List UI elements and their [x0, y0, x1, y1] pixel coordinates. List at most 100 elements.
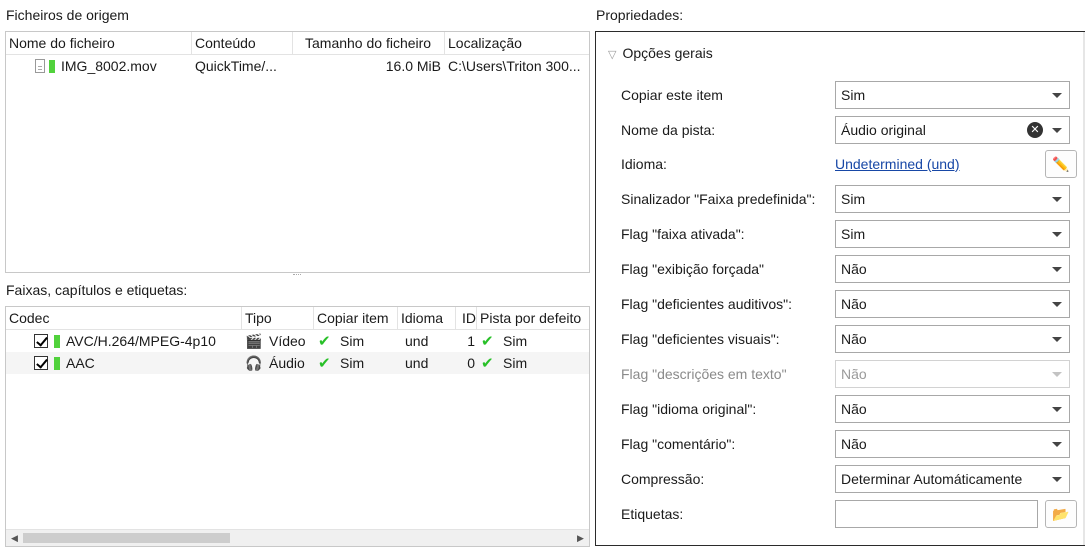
- folder-icon: 📂: [1052, 506, 1070, 522]
- general-options-group[interactable]: ▽ Opções gerais: [608, 45, 713, 61]
- column-header-codec[interactable]: Codec: [6, 306, 242, 330]
- check-icon: ✔: [481, 333, 494, 350]
- collapse-triangle-icon[interactable]: ▽: [608, 48, 616, 61]
- prop-enabled-flag: Flag "faixa ativada": Sim: [621, 220, 1081, 248]
- headphones-icon: 🎧: [245, 355, 263, 371]
- file-icon: [35, 59, 45, 73]
- column-header-filename[interactable]: Nome do ficheiro: [6, 31, 192, 55]
- prop-tags: Etiquetas: 📂: [621, 500, 1081, 528]
- track-type: Vídeo: [269, 333, 306, 349]
- splitter-handle[interactable]: [293, 274, 301, 277]
- language-link[interactable]: Undetermined (und): [835, 150, 960, 178]
- select-value: Não: [841, 331, 867, 347]
- prop-label: Copiar este item: [621, 87, 723, 103]
- prop-copy-item: Copiar este item Sim: [621, 81, 1081, 109]
- chevron-down-icon[interactable]: [1052, 128, 1062, 133]
- chevron-down-icon: [1052, 232, 1062, 237]
- default-cell: ✔ Sim: [477, 330, 589, 352]
- file-name-cell: IMG_8002.mov: [6, 55, 192, 77]
- default-cell: ✔ Sim: [477, 352, 589, 374]
- prop-label: Etiquetas:: [621, 506, 684, 522]
- select-value: Áudio original: [841, 122, 926, 138]
- select-value: Sim: [841, 191, 866, 207]
- column-header-language[interactable]: Idioma: [398, 306, 456, 330]
- language-cell: und: [405, 355, 429, 371]
- horizontal-scrollbar[interactable]: ◀ ▶: [6, 529, 589, 546]
- column-header-type[interactable]: Tipo: [242, 306, 314, 330]
- chevron-down-icon: [1052, 302, 1062, 307]
- column-header-default[interactable]: Pista por defeito: [477, 307, 589, 330]
- status-indicator: [54, 335, 60, 348]
- select-value: Não: [841, 401, 867, 417]
- select-value: Determinar Automáticamente: [841, 471, 1023, 487]
- check-icon: ✔: [481, 355, 494, 372]
- forced-flag-select[interactable]: Não: [835, 255, 1070, 283]
- scroll-right-icon[interactable]: ▶: [572, 530, 589, 546]
- prop-label: Flag "deficientes auditivos":: [621, 296, 793, 312]
- track-name-combobox[interactable]: Áudio original ✕: [835, 116, 1070, 144]
- prop-label: Sinalizador "Faixa predefinida":: [621, 191, 816, 207]
- text-descriptions-select: Não: [835, 360, 1070, 388]
- tracks-table[interactable]: Codec Tipo Copiar item Idioma ID Pista p…: [5, 306, 590, 547]
- table-row[interactable]: AVC/H.264/MPEG-4p10 🎬 Vídeo ✔ Sim und 1 ✔ S…: [6, 330, 589, 352]
- original-language-select[interactable]: Não: [835, 395, 1070, 423]
- type-cell: 🎧 Áudio: [242, 352, 314, 374]
- table-row[interactable]: IMG_8002.mov QuickTime/... 16.0 MiB C:\U…: [6, 55, 589, 77]
- copy-cell: ✔ Sim: [314, 352, 398, 374]
- chevron-down-icon: [1052, 442, 1062, 447]
- column-header-content[interactable]: Conteúdo: [192, 31, 293, 55]
- copy-item-select[interactable]: Sim: [835, 81, 1070, 109]
- track-checkbox[interactable]: [34, 334, 48, 348]
- select-value: Não: [841, 366, 867, 382]
- prop-compression: Compressão: Determinar Automáticamente: [621, 465, 1081, 493]
- properties-title: Propriedades:: [596, 7, 684, 23]
- id-cell: 0: [467, 355, 475, 371]
- chevron-down-icon: [1052, 267, 1062, 272]
- prop-text-desc-flag: Flag "descrições em texto" Não: [621, 360, 1081, 388]
- select-value: Não: [841, 436, 867, 452]
- prop-label: Flag "comentário":: [621, 436, 736, 452]
- status-indicator: [54, 357, 60, 370]
- source-files-table[interactable]: Nome do ficheiro Conteúdo Tamanho do fic…: [5, 31, 590, 273]
- chevron-down-icon: [1052, 93, 1062, 98]
- prop-label: Flag "idioma original":: [621, 401, 757, 417]
- prop-label: Flag "descrições em texto": [621, 366, 787, 382]
- chevron-down-icon: [1052, 477, 1062, 482]
- table-row[interactable]: AAC 🎧 Áudio ✔ Sim und 0 ✔ Sim: [6, 352, 589, 374]
- file-size: 16.0 MiB: [385, 58, 441, 74]
- tags-input[interactable]: [835, 500, 1038, 528]
- column-header-size[interactable]: Tamanho do ficheiro: [293, 31, 445, 55]
- status-indicator: [49, 60, 55, 73]
- chevron-down-icon: [1052, 337, 1062, 342]
- prop-label: Compressão:: [621, 471, 705, 487]
- compression-select[interactable]: Determinar Automáticamente: [835, 465, 1070, 493]
- prop-label: Flag "deficientes visuais":: [621, 331, 780, 347]
- prop-forced-flag: Flag "exibição forçada" Não: [621, 255, 1081, 283]
- group-title: Opções gerais: [622, 45, 713, 61]
- commentary-select[interactable]: Não: [835, 430, 1070, 458]
- prop-default-flag: Sinalizador "Faixa predefinida": Sim: [621, 185, 1081, 213]
- column-header-id[interactable]: ID: [456, 306, 477, 330]
- browse-tags-button[interactable]: 📂: [1045, 500, 1077, 528]
- column-header-copy[interactable]: Copiar item: [314, 306, 398, 330]
- chevron-down-icon: [1052, 197, 1062, 202]
- hearing-impaired-select[interactable]: Não: [835, 290, 1070, 318]
- properties-panel: ▽ Opções gerais Copiar este item Sim Nome…: [595, 31, 1085, 546]
- chevron-down-icon: [1052, 407, 1062, 412]
- default-flag-select[interactable]: Sim: [835, 185, 1070, 213]
- scroll-left-icon[interactable]: ◀: [6, 530, 23, 546]
- id-cell: 1: [467, 333, 475, 349]
- track-checkbox[interactable]: [34, 356, 48, 370]
- scrollbar-thumb[interactable]: [23, 533, 230, 543]
- tracks-title: Faixas, capítulos e etiquetas:: [6, 282, 188, 298]
- enabled-flag-select[interactable]: Sim: [835, 220, 1070, 248]
- file-name: IMG_8002.mov: [61, 58, 157, 74]
- prop-language: Idioma: Undetermined (und) ✏️: [621, 150, 1081, 178]
- prop-commentary-flag: Flag "comentário": Não: [621, 430, 1081, 458]
- visual-impaired-select[interactable]: Não: [835, 325, 1070, 353]
- edit-language-button[interactable]: ✏️: [1045, 150, 1077, 178]
- column-header-location[interactable]: Localização: [445, 32, 589, 55]
- clear-icon[interactable]: ✕: [1027, 122, 1043, 138]
- prop-label: Nome da pista:: [621, 122, 716, 138]
- select-value: Sim: [841, 226, 866, 242]
